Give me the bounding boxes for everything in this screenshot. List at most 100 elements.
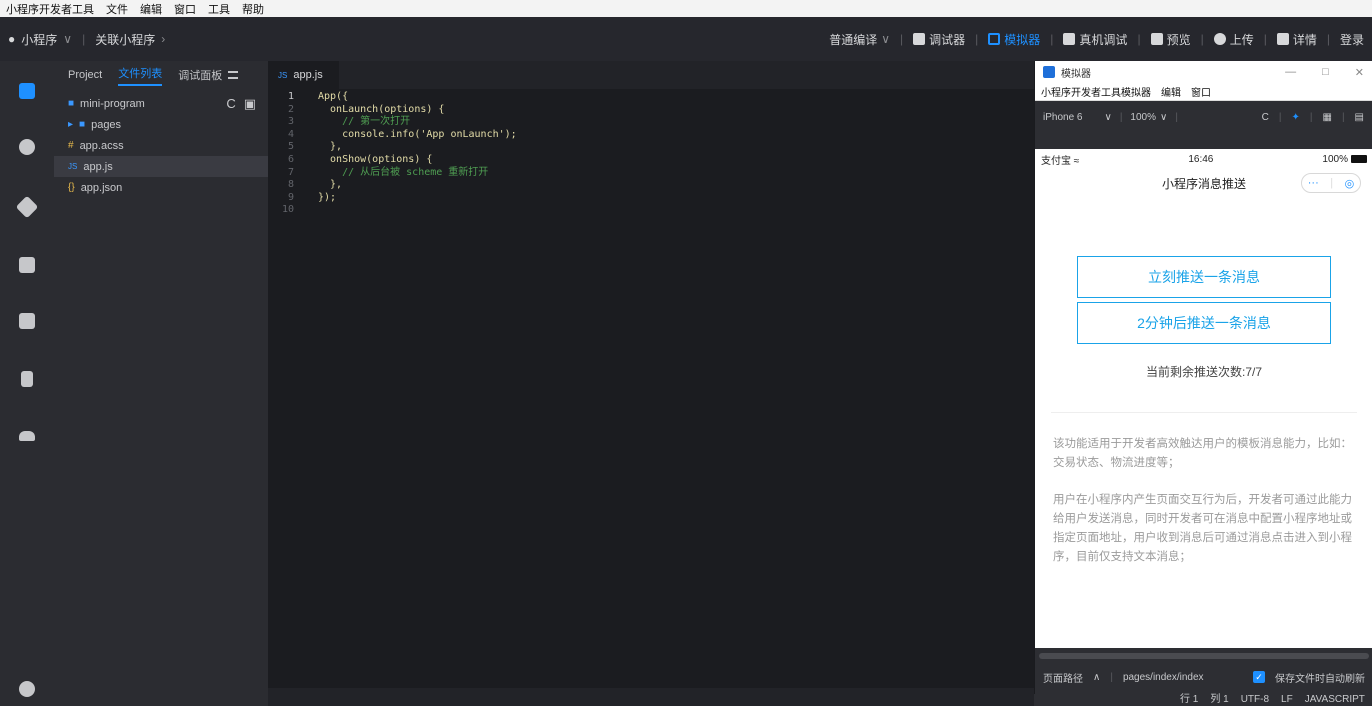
tree-item-pages[interactable]: ▸ ■ pages — [54, 114, 268, 135]
device-debug-button[interactable]: 真机调试 — [1063, 31, 1127, 48]
debugger-button[interactable]: 调试器 — [913, 31, 965, 48]
refresh-icon[interactable]: C — [1262, 112, 1269, 123]
tree-item-app-acss[interactable]: # app.acss — [54, 135, 268, 156]
page-path-label[interactable]: 页面路径 — [1043, 670, 1083, 685]
code-text: // 第一次打开 — [318, 116, 411, 128]
sim-menu-window[interactable]: 窗口 — [1191, 84, 1211, 99]
code-line[interactable]: 7 // 从后台被 scheme 重新打开 — [268, 167, 1034, 180]
grid-icon[interactable]: ▦ — [1322, 112, 1331, 123]
root-label: mini-program — [80, 97, 145, 110]
menu-window[interactable]: 窗口 — [174, 1, 196, 17]
menu-app[interactable]: 小程序开发者工具 — [6, 1, 94, 17]
code-line[interactable]: 6 onShow(options) { — [268, 154, 1034, 167]
close-icon[interactable]: ✕ — [1355, 66, 1364, 79]
menu-edit[interactable]: 编辑 — [140, 1, 162, 17]
database-icon[interactable] — [19, 257, 35, 273]
minimize-icon[interactable]: — — [1285, 66, 1296, 79]
details-button[interactable]: 详情 — [1276, 31, 1317, 48]
code-line[interactable]: 10 — [268, 204, 1034, 217]
auto-refresh-label: 保存文件时自动刷新 — [1275, 673, 1365, 685]
push-now-button[interactable]: 立刻推送一条消息 — [1077, 256, 1331, 298]
line-number: 2 — [287, 103, 294, 115]
tree-item-app-json[interactable]: {} app.json — [54, 177, 268, 198]
code-line[interactable]: 8 }, — [268, 179, 1034, 192]
tab-file-list[interactable]: 文件列表 — [118, 65, 163, 86]
code-text: }, — [318, 179, 343, 191]
simulator-scrollbar[interactable] — [1039, 653, 1369, 659]
login-button[interactable]: 登录 — [1340, 31, 1364, 48]
search-icon[interactable] — [19, 139, 35, 155]
maximize-icon[interactable]: □ — [1322, 66, 1329, 79]
code-area[interactable]: 1 App({2 onLaunch(options) {3 // 第一次打开 4 c… — [268, 89, 1034, 217]
line-number: 5 — [287, 141, 294, 153]
file-label: app.acss — [79, 139, 124, 152]
tree-root[interactable]: ■ mini-program C ▣ — [54, 93, 268, 114]
upload-button[interactable]: 上传 — [1213, 31, 1254, 48]
tree-item-app-js[interactable]: JS app.js — [54, 156, 268, 177]
chevron-up-icon: ∧ — [1093, 671, 1101, 683]
cloud-icon[interactable] — [19, 431, 35, 441]
menu-tools[interactable]: 工具 — [208, 1, 230, 17]
pin-icon[interactable]: ✦ — [1291, 112, 1299, 123]
tab-project[interactable]: Project — [68, 69, 102, 81]
code-line[interactable]: 1 App({ — [268, 91, 1034, 104]
panel-icon[interactable]: ▤ — [1355, 112, 1364, 123]
tab-debug-panel[interactable]: 调试面板 — [178, 67, 222, 83]
page-title: 小程序消息推送 — [1161, 176, 1246, 191]
files-icon[interactable] — [19, 83, 35, 99]
simulator-logo-icon — [1043, 66, 1055, 78]
more-icon[interactable]: ··· — [1308, 177, 1319, 189]
push-later-button[interactable]: 2分钟后推送一条消息 — [1077, 302, 1331, 344]
collapse-icon[interactable]: ▣ — [244, 96, 256, 112]
chevron-down-icon: ∨ — [1104, 111, 1112, 123]
extensions-icon[interactable] — [19, 313, 35, 329]
code-editor: JS app.js 1 App({2 onLaunch(options) {3 /… — [268, 61, 1034, 706]
flask-icon[interactable] — [21, 371, 33, 387]
simulator-button[interactable]: 模拟器 — [988, 31, 1040, 48]
git-icon[interactable] — [15, 195, 39, 219]
sim-menu-app[interactable]: 小程序开发者工具模拟器 — [1041, 84, 1151, 99]
eol[interactable]: LF — [1281, 694, 1293, 706]
code-line[interactable]: 5 }, — [268, 141, 1034, 154]
gear-icon[interactable] — [19, 681, 35, 697]
time: 16:46 — [1188, 153, 1214, 165]
chevron-right-icon: ▸ — [68, 119, 74, 130]
close-circle-icon[interactable]: ◎ — [1345, 177, 1355, 190]
preview-label: 预览 — [1166, 32, 1191, 47]
code-line[interactable]: 9}); — [268, 192, 1034, 205]
sliders-icon — [913, 33, 926, 45]
code-line[interactable]: 2 onLaunch(options) { — [268, 104, 1034, 117]
sim-menu-edit[interactable]: 编辑 — [1161, 84, 1181, 99]
zoom-select[interactable]: 100% — [1130, 112, 1156, 123]
details-label: 详情 — [1292, 32, 1317, 47]
menu-help[interactable]: 帮助 — [242, 1, 264, 17]
editor-tab-app-js[interactable]: JS app.js — [268, 61, 339, 89]
encoding[interactable]: UTF-8 — [1241, 694, 1269, 706]
page-path: pages/index/index — [1122, 671, 1204, 683]
auto-refresh-checkbox[interactable]: ✓ — [1253, 671, 1265, 683]
activity-bar — [0, 61, 54, 706]
code-line[interactable]: 4 console.info('App onLaunch'); — [268, 129, 1034, 142]
refresh-icon[interactable]: C — [226, 96, 235, 112]
document-icon — [1276, 33, 1289, 45]
qrcode-icon — [1150, 33, 1163, 45]
status-bar: 行 1 列 1 UTF-8 LF JAVASCRIPT — [1034, 694, 1372, 706]
css-file-icon: # — [68, 140, 74, 151]
editor-scrollbar[interactable] — [268, 688, 1034, 706]
code-text: }, — [318, 141, 343, 153]
toolbar: ● 小程序 ∨ | 关联小程序 › 普通编译 ∨ | 调试器 | 模拟器 | 真… — [0, 17, 1372, 61]
linked-miniprogram[interactable]: 关联小程序 — [95, 31, 155, 48]
language[interactable]: JAVASCRIPT — [1305, 694, 1365, 706]
menu-file[interactable]: 文件 — [106, 1, 128, 17]
compile-mode-select[interactable]: 普通编译 ∨ — [829, 31, 890, 48]
carrier: 支付宝 ≈ — [1041, 155, 1080, 167]
preview-button[interactable]: 预览 — [1150, 31, 1191, 48]
project-selector[interactable]: 小程序 — [21, 31, 57, 48]
menu-icon[interactable] — [228, 71, 239, 79]
device-select[interactable]: iPhone 6 — [1043, 112, 1082, 123]
chevron-right-icon: › — [161, 32, 166, 46]
code-line[interactable]: 3 // 第一次打开 — [268, 116, 1034, 129]
code-text: App({ — [318, 91, 349, 102]
remaining-count: 当前剩余推送次数:7/7 — [1145, 365, 1263, 379]
json-file-icon: {} — [68, 182, 75, 193]
